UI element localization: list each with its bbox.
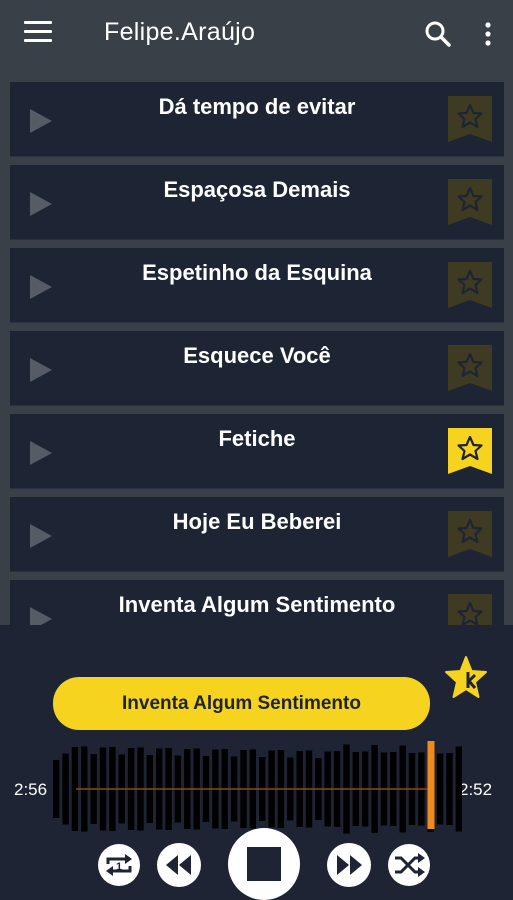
player-panel: Inventa Algum Sentimento 2:56 2:52 1	[0, 625, 513, 900]
now-playing-title: Inventa Algum Sentimento	[53, 677, 430, 730]
favorite-star-icon-active[interactable]	[448, 428, 492, 474]
song-row[interactable]: Hoje Eu Beberei	[10, 497, 504, 571]
song-row[interactable]: Esquece Você	[10, 331, 504, 405]
song-title: Espaçosa Demais	[163, 177, 351, 202]
hamburger-menu-icon[interactable]	[24, 21, 56, 47]
waveform-bar	[455, 746, 462, 832]
song-title: Hoje Eu Beberei	[172, 509, 342, 534]
playhead[interactable]	[427, 741, 435, 829]
song-row[interactable]: Dá tempo de evitar	[10, 82, 504, 156]
song-title: Espetinho da Esquina	[142, 260, 372, 285]
song-title: Esquece Você	[183, 343, 331, 368]
stop-button[interactable]	[226, 828, 302, 900]
song-row[interactable]: Espaçosa Demais	[10, 165, 504, 239]
song-row[interactable]: Espetinho da Esquina	[10, 248, 504, 322]
app-title: Felipe.Araújo	[104, 18, 256, 46]
waveform-bar	[62, 753, 69, 825]
song-title: Inventa Algum Sentimento	[118, 592, 396, 617]
shuffle-button[interactable]	[385, 844, 433, 886]
song-row[interactable]: Inventa Algum Sentimento	[10, 580, 504, 625]
search-icon[interactable]	[424, 20, 452, 48]
favorite-star-icon[interactable]	[448, 179, 492, 225]
repeat-one-button[interactable]: 1	[95, 844, 143, 886]
waveform-seekbar[interactable]	[52, 741, 464, 837]
song-title: Dá tempo de evitar	[158, 94, 356, 119]
add-to-favorites-star-icon[interactable]	[442, 655, 490, 701]
svg-text:1: 1	[116, 861, 122, 873]
favorite-star-icon[interactable]	[448, 594, 492, 625]
song-row[interactable]: Fetiche	[10, 414, 504, 488]
waveform-bar	[446, 753, 453, 825]
favorite-star-icon[interactable]	[448, 345, 492, 391]
elapsed-time: 2:56	[14, 780, 48, 799]
song-title: Fetiche	[218, 426, 296, 451]
favorite-star-icon[interactable]	[448, 96, 492, 142]
favorite-star-icon[interactable]	[448, 511, 492, 557]
waveform-bar	[436, 753, 444, 825]
waveform-bar	[53, 760, 60, 818]
favorite-star-icon[interactable]	[448, 262, 492, 308]
more-options-icon[interactable]	[478, 20, 498, 48]
fast-forward-button[interactable]	[325, 842, 373, 888]
app-bar: Felipe.Araújo	[0, 0, 513, 68]
rewind-button[interactable]	[155, 842, 203, 888]
song-list: Dá tempo de evitar Espaçosa Demais Espet…	[0, 68, 513, 625]
